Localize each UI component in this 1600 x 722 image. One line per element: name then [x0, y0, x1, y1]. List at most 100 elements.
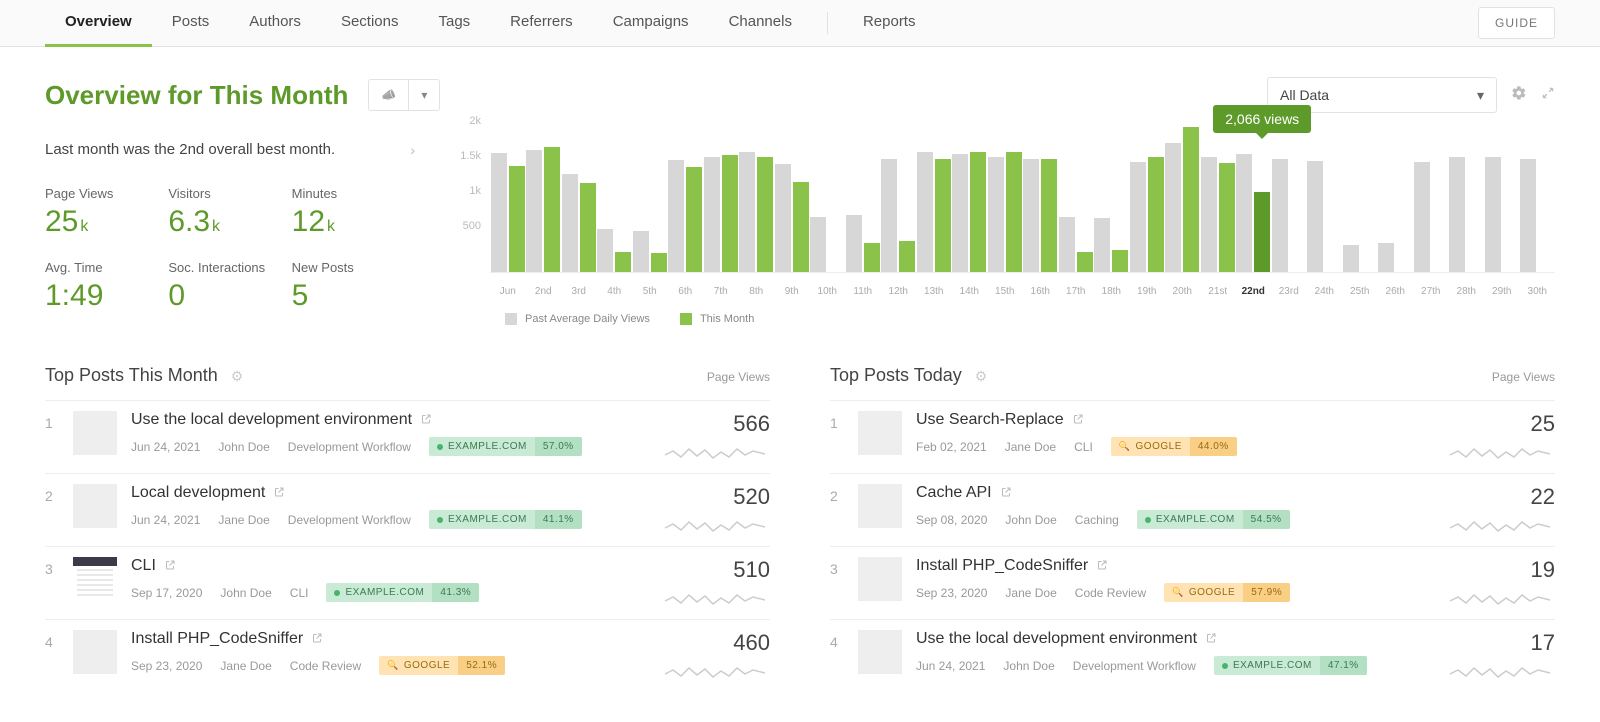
- bar-group[interactable]: [703, 133, 739, 272]
- post-value: 25: [1445, 411, 1555, 437]
- post-rank: 2: [830, 484, 844, 504]
- post-row[interactable]: 1Use the local development environmentJu…: [45, 400, 770, 473]
- bullhorn-icon: [369, 80, 408, 110]
- bar-group[interactable]: [1023, 133, 1059, 272]
- tab-reports[interactable]: Reports: [843, 0, 936, 47]
- post-row[interactable]: 2Cache APISep 08, 2020John DoeCaching EX…: [830, 473, 1555, 546]
- gear-icon[interactable]: ⚙: [975, 368, 988, 384]
- bar-past: [1414, 162, 1430, 272]
- gear-icon[interactable]: ⚙: [231, 368, 244, 384]
- external-link-icon[interactable]: [1096, 559, 1108, 574]
- referrer-badge[interactable]: EXAMPLE.COM47.1%: [1214, 656, 1367, 675]
- tab-overview[interactable]: Overview: [45, 0, 152, 47]
- bar-group[interactable]: [490, 133, 526, 272]
- post-row[interactable]: 3Install PHP_CodeSnifferSep 23, 2020Jane…: [830, 546, 1555, 619]
- post-row[interactable]: 3CLISep 17, 2020John DoeCLI EXAMPLE.COM4…: [45, 546, 770, 619]
- referrer-badge[interactable]: EXAMPLE.COM57.0%: [429, 437, 582, 456]
- bar-current: [580, 183, 596, 272]
- bar-group[interactable]: [1413, 133, 1449, 272]
- post-row[interactable]: 4Use the local development environmentJu…: [830, 619, 1555, 692]
- post-section: CLI: [290, 586, 309, 600]
- post-row[interactable]: 2Local developmentJun 24, 2021Jane DoeDe…: [45, 473, 770, 546]
- external-link-icon[interactable]: [1205, 632, 1217, 647]
- x-label: 27th: [1413, 286, 1449, 297]
- bar-past: [1130, 162, 1146, 272]
- bar-group[interactable]: [987, 133, 1023, 272]
- referrer-badge[interactable]: EXAMPLE.COM41.1%: [429, 510, 582, 529]
- external-link-icon[interactable]: [164, 559, 176, 574]
- bar-group[interactable]: [1449, 133, 1485, 272]
- legend-item[interactable]: Past Average Daily Views: [505, 313, 650, 325]
- guide-button[interactable]: GUIDE: [1478, 7, 1555, 39]
- bar-group[interactable]: [1129, 133, 1165, 272]
- bar-group[interactable]: [526, 133, 562, 272]
- bar-past: [1201, 157, 1217, 273]
- tab-separator: [827, 12, 828, 34]
- tab-authors[interactable]: Authors: [229, 0, 321, 47]
- bar-group[interactable]: [810, 133, 846, 272]
- referrer-badge[interactable]: EXAMPLE.COM54.5%: [1137, 510, 1290, 529]
- metric-new-posts: New Posts5: [292, 260, 415, 312]
- bar-group[interactable]: [1058, 133, 1094, 272]
- post-thumbnail: [73, 557, 117, 601]
- metric-soc: Soc. Interactions0: [168, 260, 291, 312]
- y-tick: 1k: [469, 185, 481, 197]
- external-link-icon[interactable]: [1072, 413, 1084, 428]
- sparkline: [660, 662, 770, 682]
- bar-group[interactable]: [632, 133, 668, 272]
- bar-group[interactable]: [1520, 133, 1556, 272]
- metric-label: Page Views: [1492, 370, 1555, 384]
- gear-icon[interactable]: [1511, 85, 1527, 106]
- bar-group[interactable]: [1378, 133, 1414, 272]
- bar-group[interactable]: [881, 133, 917, 272]
- post-value: 460: [660, 630, 770, 656]
- announce-dropdown[interactable]: ▾: [368, 79, 440, 111]
- external-link-icon[interactable]: [311, 632, 323, 647]
- bar-group[interactable]: [597, 133, 633, 272]
- referrer-pct: 52.1%: [458, 656, 505, 675]
- bar-group[interactable]: [1307, 133, 1343, 272]
- post-section: Development Workflow: [288, 440, 411, 454]
- bar-group[interactable]: [1236, 133, 1272, 272]
- expand-icon[interactable]: [1541, 86, 1555, 105]
- bar-group[interactable]: [561, 133, 597, 272]
- insight-text: Last month was the 2nd overall best mont…: [45, 141, 335, 158]
- referrer-source: EXAMPLE.COM: [448, 441, 527, 452]
- external-link-icon[interactable]: [1000, 486, 1012, 501]
- bar-past: [1307, 161, 1323, 272]
- external-link-icon[interactable]: [420, 413, 432, 428]
- bar-past: [1236, 154, 1252, 272]
- bar-group[interactable]: [845, 133, 881, 272]
- bar-group[interactable]: [668, 133, 704, 272]
- referrer-badge[interactable]: GOOGLE57.9%: [1164, 583, 1290, 602]
- bar-group[interactable]: [1484, 133, 1520, 272]
- referrer-badge[interactable]: GOOGLE52.1%: [379, 656, 505, 675]
- bar-group[interactable]: [1094, 133, 1130, 272]
- bar-group[interactable]: [1200, 133, 1236, 272]
- insight-row[interactable]: Last month was the 2nd overall best mont…: [45, 133, 415, 176]
- metric-value: 25k: [45, 205, 168, 238]
- bar-past: [952, 154, 968, 272]
- bar-current: [509, 166, 525, 272]
- tab-sections[interactable]: Sections: [321, 0, 419, 47]
- post-row[interactable]: 4Install PHP_CodeSnifferSep 23, 2020Jane…: [45, 619, 770, 692]
- tab-tags[interactable]: Tags: [418, 0, 490, 47]
- x-label: 2nd: [526, 286, 562, 297]
- bar-group[interactable]: [774, 133, 810, 272]
- post-row[interactable]: 1Use Search-ReplaceFeb 02, 2021Jane DoeC…: [830, 400, 1555, 473]
- bar-group[interactable]: [1271, 133, 1307, 272]
- bar-group[interactable]: [739, 133, 775, 272]
- legend-item[interactable]: This Month: [680, 313, 754, 325]
- views-chart: 2,066 views 5001k1.5k2k Jun2nd3rd4th5th6…: [445, 133, 1555, 325]
- referrer-badge[interactable]: EXAMPLE.COM41.3%: [326, 583, 479, 602]
- bar-group[interactable]: [1165, 133, 1201, 272]
- bar-group[interactable]: [952, 133, 988, 272]
- tab-channels[interactable]: Channels: [709, 0, 812, 47]
- bar-group[interactable]: [1342, 133, 1378, 272]
- tab-campaigns[interactable]: Campaigns: [593, 0, 709, 47]
- external-link-icon[interactable]: [273, 486, 285, 501]
- tab-referrers[interactable]: Referrers: [490, 0, 593, 47]
- tab-posts[interactable]: Posts: [152, 0, 230, 47]
- referrer-badge[interactable]: GOOGLE44.0%: [1111, 437, 1237, 456]
- bar-group[interactable]: [916, 133, 952, 272]
